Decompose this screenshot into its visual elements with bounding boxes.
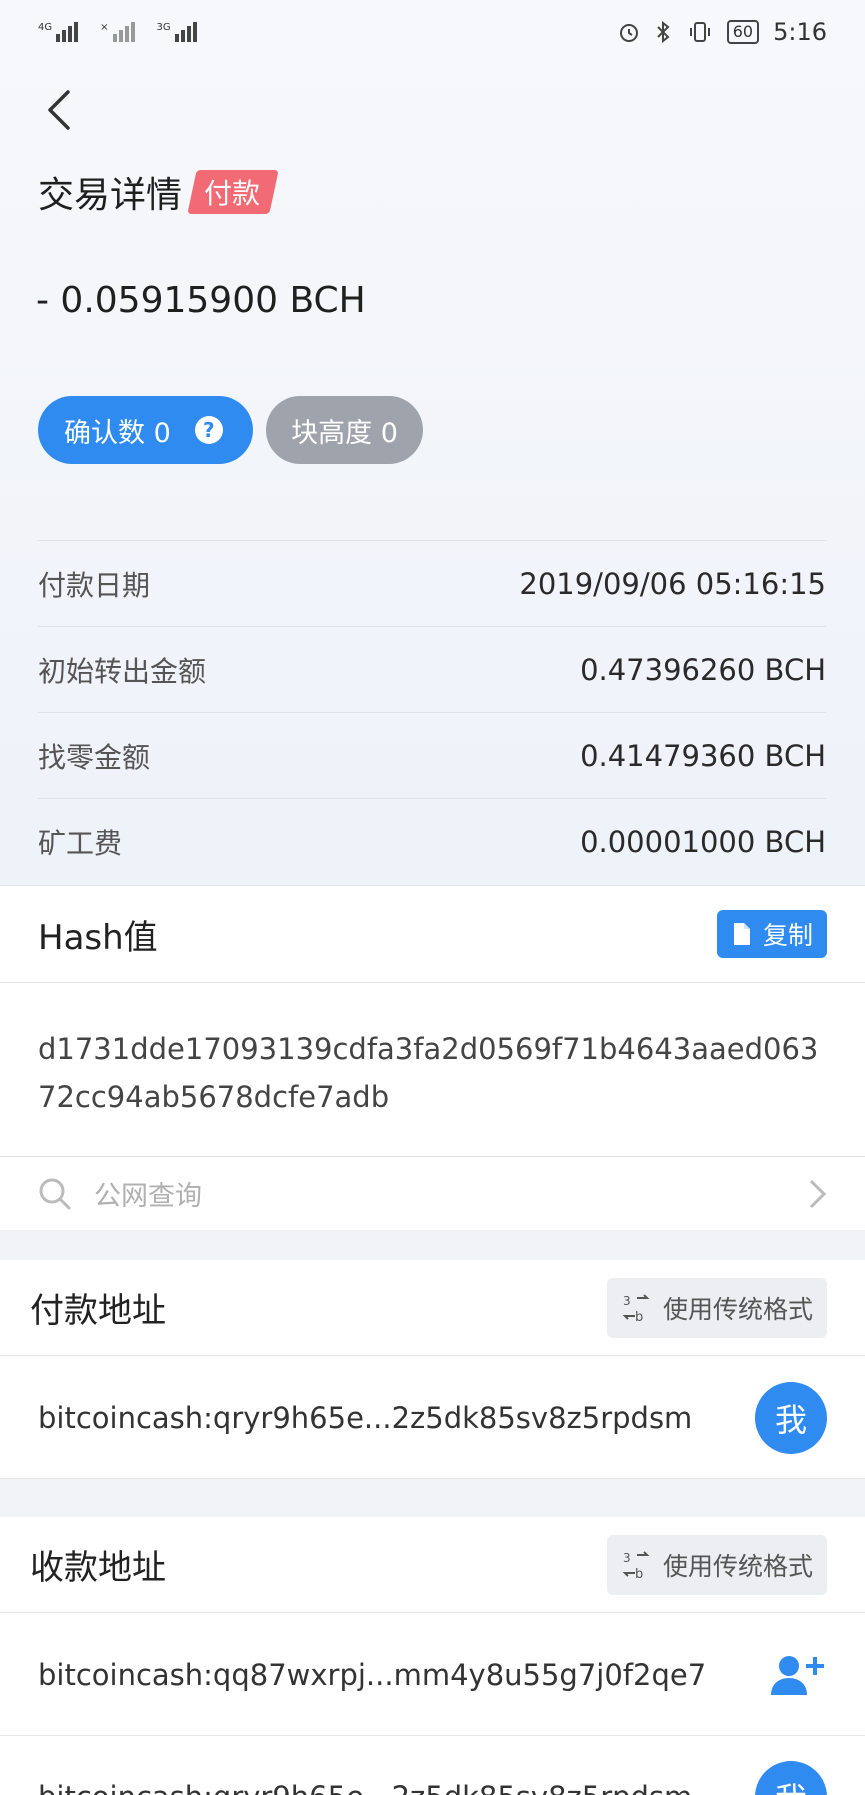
detail-label: 矿工费 [38, 826, 123, 860]
payee-address-row[interactable]: bitcoincash:qq87wxrpj...mm4y8u55g7j0f2qe… [0, 1614, 865, 1736]
hash-title: Hash值 [38, 917, 158, 958]
status-right: 60 5:16 [617, 18, 827, 46]
me-badge: 我 [755, 1761, 827, 1795]
svg-text:b: b [635, 1310, 643, 1324]
public-query-label: 公网查询 [94, 1181, 202, 1212]
detail-row-date: 付款日期 2019/09/06 05:16:15 [38, 540, 826, 626]
svg-text:b: b [635, 1567, 643, 1581]
detail-label: 付款日期 [38, 568, 151, 602]
detail-value: 0.00001000 BCH [580, 824, 826, 859]
detail-row-miner-fee: 矿工费 0.00001000 BCH [38, 798, 826, 884]
detail-value: 2019/09/06 05:16:15 [519, 566, 826, 601]
chevron-right-icon [809, 1179, 827, 1208]
alarm-icon [619, 24, 638, 42]
bluetooth-icon [657, 20, 670, 44]
public-query-row[interactable]: 公网查询 [0, 1156, 865, 1230]
payee-address-row[interactable]: bitcoincash:qryr9h65e...2z5dk85sv8z5rpds… [0, 1736, 865, 1795]
payee-header: 收款地址 3b 使用传统格式 [0, 1517, 865, 1613]
confirmations-pill[interactable]: 确认数 0 ? [38, 396, 253, 464]
status-bar: 4G × 3G 60 5:16 [0, 0, 865, 64]
copy-label: 复制 [762, 921, 813, 950]
legacy-format-button[interactable]: 3b 使用传统格式 [606, 1277, 827, 1338]
payee-title: 收款地址 [30, 1548, 166, 1588]
copy-icon [733, 923, 750, 945]
signal-3g-icon: 3G [157, 22, 197, 42]
payment-tag: 付款 [187, 170, 279, 214]
detail-value: 0.47396260 BCH [580, 652, 826, 687]
payer-title: 付款地址 [30, 1291, 166, 1331]
payee-address: bitcoincash:qq87wxrpj...mm4y8u55g7j0f2qe… [38, 1657, 707, 1692]
detail-row-initial-amount: 初始转出金额 0.47396260 BCH [38, 626, 826, 712]
add-contact-icon[interactable] [769, 1653, 827, 1697]
signal-no-service-icon: × [100, 22, 135, 42]
detail-label: 找零金额 [38, 740, 151, 774]
me-badge: 我 [755, 1381, 827, 1454]
battery-icon: 60 [726, 20, 760, 44]
payee-address: bitcoincash:qryr9h65e...2z5dk85sv8z5rpds… [38, 1780, 692, 1795]
back-button[interactable] [40, 88, 80, 132]
detail-list: 付款日期 2019/09/06 05:16:15 初始转出金额 0.473962… [38, 540, 826, 884]
block-height-pill: 块高度 0 [266, 396, 423, 464]
detail-value: 0.41479360 BCH [580, 738, 826, 773]
hash-header: Hash值 复制 [0, 885, 865, 983]
format-convert-icon: 3b [622, 1551, 650, 1581]
transaction-amount: - 0.05915900 BCH [36, 280, 366, 321]
hash-value: d1731dde17093139cdfa3fa2d0569f71b4643aae… [38, 1032, 819, 1114]
svg-text:3: 3 [623, 1294, 631, 1308]
detail-label: 初始转出金额 [38, 654, 207, 688]
block-height-label: 块高度 0 [291, 417, 398, 449]
legacy-format-label: 使用传统格式 [662, 1551, 813, 1581]
title-row: 交易详情 付款 [38, 166, 279, 218]
payer-address: bitcoincash:qryr9h65e...2z5dk85sv8z5rpds… [38, 1400, 693, 1435]
detail-row-change-amount: 找零金额 0.41479360 BCH [38, 712, 826, 798]
vibrate-icon [689, 22, 710, 42]
search-icon [39, 1178, 71, 1209]
chevron-left-icon [48, 90, 70, 130]
copy-button[interactable]: 复制 [716, 910, 827, 958]
svg-text:3: 3 [623, 1551, 631, 1565]
payer-header: 付款地址 3b 使用传统格式 [0, 1260, 865, 1356]
clock: 5:16 [773, 18, 827, 46]
format-convert-icon: 3b [622, 1294, 650, 1324]
signal-group: 4G × 3G [38, 22, 197, 42]
signal-4g-icon: 4G [38, 22, 79, 42]
confirmations-label: 确认数 0 [64, 417, 171, 449]
help-icon[interactable]: ? [194, 416, 223, 444]
payer-address-row[interactable]: bitcoincash:qryr9h65e...2z5dk85sv8z5rpds… [0, 1357, 865, 1479]
legacy-format-button[interactable]: 3b 使用传统格式 [606, 1534, 827, 1595]
section-gap [0, 1230, 865, 1260]
legacy-format-label: 使用传统格式 [662, 1294, 813, 1324]
section-gap [0, 1479, 865, 1517]
page-title: 交易详情 [38, 175, 183, 216]
